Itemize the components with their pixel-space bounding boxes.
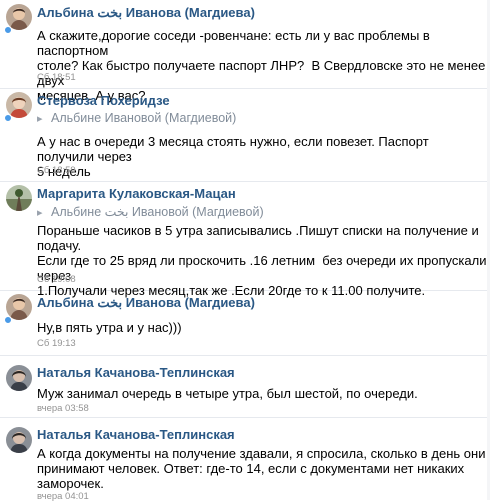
comment-date[interactable]: Сб 18:51 — [37, 72, 76, 83]
reply-to-name: Альбине Ивановой (Магдиевой) — [51, 111, 237, 125]
comment-author-link[interactable]: Альбина بخت Иванова (Магдиева) — [37, 5, 255, 21]
user-photo-icon — [6, 185, 32, 211]
comment-author-link[interactable]: Стервоза Похеридзе — [37, 93, 170, 108]
comment-item: Альбина بخت Иванова (Магдиева) А скажите… — [0, 0, 490, 103]
reply-to-name: Альбине بخت Ивановой (Магдиевой) — [51, 205, 264, 219]
online-indicator — [4, 26, 12, 34]
avatar[interactable] — [6, 427, 32, 453]
comment-date[interactable]: Сб 18:59 — [37, 165, 76, 176]
comment-author-link[interactable]: Наталья Качанова-Теплинская — [37, 365, 235, 380]
user-photo-icon — [6, 427, 32, 453]
comment-date[interactable]: вчера 03:58 — [37, 403, 89, 414]
comment-text: А у нас в очереди 3 месяца стоять нужно,… — [37, 134, 429, 179]
comment-text: Ну,в пять утра и у нас))) — [37, 320, 182, 335]
user-photo-icon — [6, 365, 32, 391]
reply-arrow-icon: ▸ — [37, 113, 43, 125]
reply-to-link[interactable]: ▸ Альбине Ивановой (Магдиевой) — [37, 111, 236, 125]
comment-author-link[interactable]: Наталья Качанова-Теплинская — [37, 427, 235, 442]
avatar[interactable] — [6, 365, 32, 391]
comment-text: Муж занимал очередь в четыре утра, был ш… — [37, 386, 418, 401]
online-indicator — [4, 316, 12, 324]
comment-date[interactable]: Сб 19:13 — [37, 338, 76, 349]
comment-date[interactable]: Сб 19:08 — [37, 274, 76, 285]
comment-text: Пораньше часиков в 5 утра записывались .… — [37, 223, 487, 298]
comment-item: Наталья Качанова-Теплинская А когда доку… — [0, 417, 490, 502]
comment-item: Альбина بخت Иванова (Магдиева) Ну,в пять… — [0, 290, 490, 356]
avatar[interactable] — [6, 185, 32, 211]
comment-date[interactable]: вчера 04:01 — [37, 491, 89, 502]
comment-item: Стервоза Похеридзе ▸ Альбине Ивановой (Ма… — [0, 88, 490, 182]
comment-item: Наталья Качанова-Теплинская Муж занимал … — [0, 355, 490, 418]
reply-to-link[interactable]: ▸ Альбине بخت Ивановой (Магдиевой) — [37, 204, 264, 219]
reply-arrow-icon: ▸ — [37, 207, 43, 219]
comment-text: А когда документы на получение здавали, … — [37, 446, 486, 491]
comment-author-link[interactable]: Маргарита Кулаковская-Мацан — [37, 186, 236, 201]
comment-author-link[interactable]: Альбина بخت Иванова (Магдиева) — [37, 295, 255, 311]
online-indicator — [4, 114, 12, 122]
comment-item: Маргарита Кулаковская-Мацан ▸ Альбине بخت… — [0, 181, 490, 298]
